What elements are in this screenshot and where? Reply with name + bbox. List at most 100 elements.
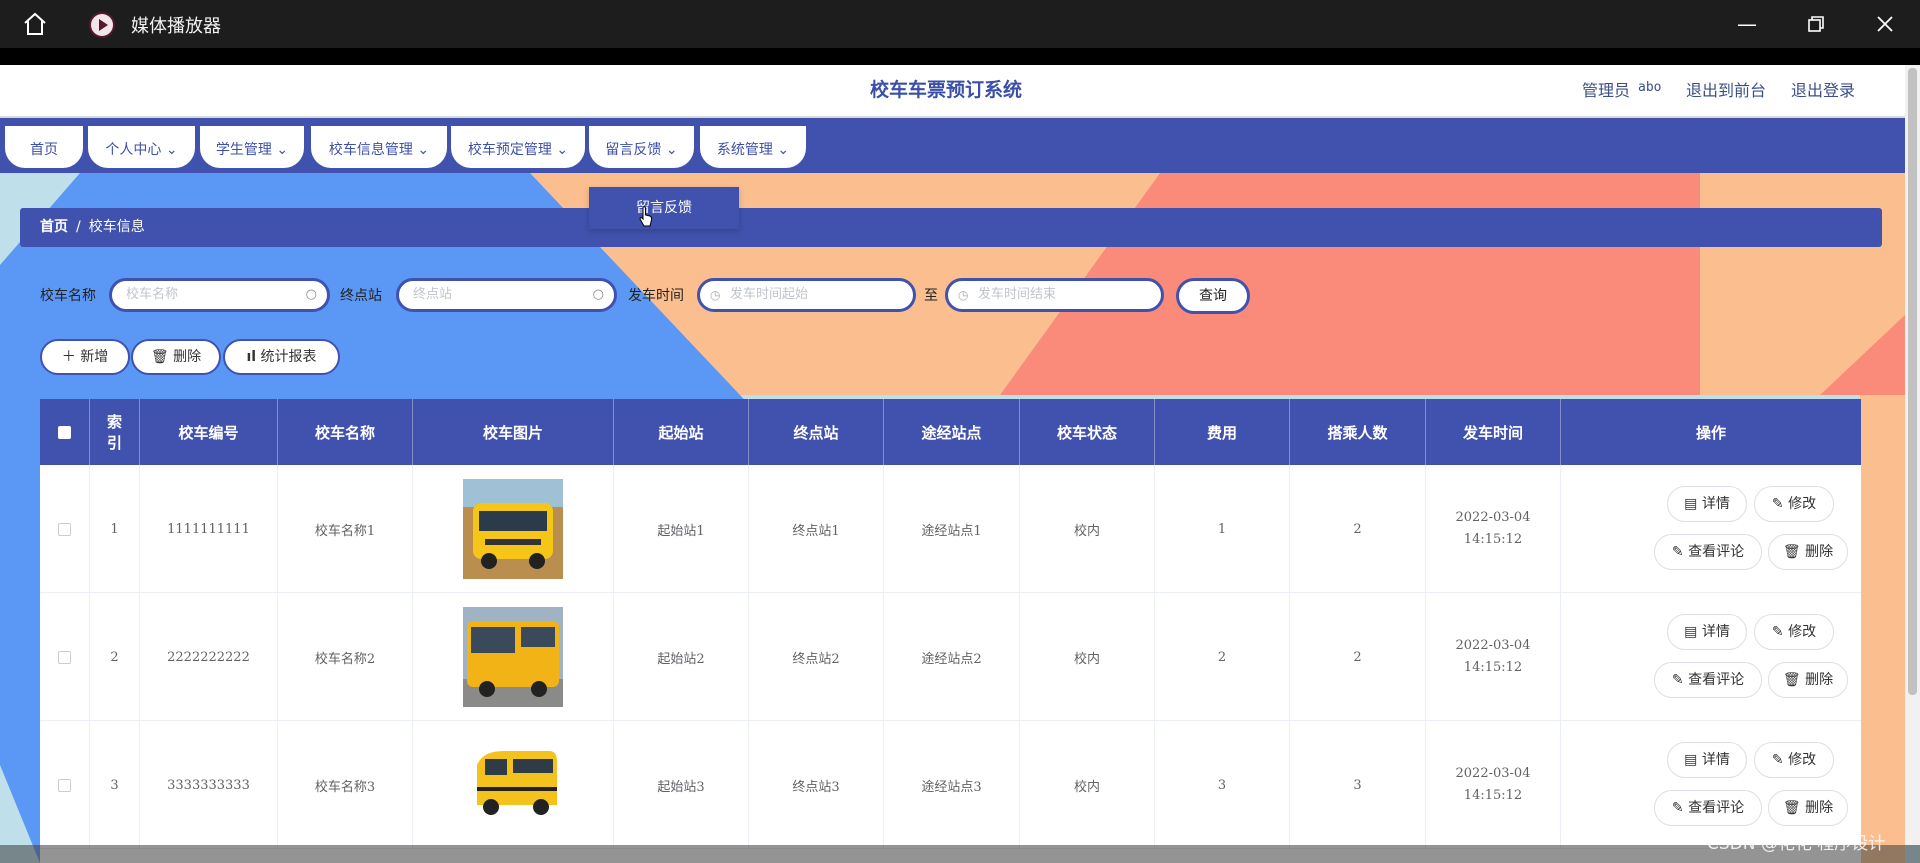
comments-label: 查看评论 <box>1688 544 1745 560</box>
comments-label: 查看评论 <box>1688 672 1745 688</box>
departure-time-label: 发车时间 <box>628 288 684 304</box>
add-button[interactable]: ＋ 新增 <box>40 339 130 375</box>
detail-button[interactable]: ▤ 详情 <box>1667 742 1747 778</box>
nav-item-bookings[interactable]: 校车预定管理 ⌄ <box>451 126 585 168</box>
col-index: 索引 <box>90 399 140 465</box>
bus-name-input[interactable]: 校车名称 ○ <box>109 278 330 312</box>
row-select-cell <box>40 721 90 849</box>
breadcrumb-current: 校车信息 <box>88 219 145 235</box>
end-station-label: 终点站 <box>340 288 382 304</box>
pencil-icon: ✎ <box>1771 752 1784 768</box>
edit-label: 修改 <box>1788 752 1817 768</box>
bus-photo[interactable] <box>463 479 563 579</box>
letterbox-strip <box>0 48 1920 65</box>
chevron-down-icon: ⌄ <box>165 142 178 158</box>
cell-end: 终点站1 <box>749 465 884 593</box>
media-player-logo-icon <box>89 12 115 38</box>
restore-icon[interactable] <box>1804 12 1828 36</box>
departure-time-end-input[interactable]: ◷ 发车时间结束 <box>945 278 1164 312</box>
user-role: 管理员 <box>1582 81 1631 100</box>
delete-button[interactable]: 🗑 删除 <box>1768 790 1848 826</box>
nav-item-home[interactable]: 首页 <box>5 126 83 168</box>
cell-status: 校内 <box>1020 465 1155 593</box>
dropdown-item-feedback[interactable]: 留言反馈 <box>589 187 739 229</box>
cell-ops: ▤ 详情 ✎ 修改 ✎ 查看评论 🗑 删除 <box>1561 465 1861 593</box>
cell-start: 起始站1 <box>614 465 749 593</box>
document-icon: ▤ <box>1684 496 1698 512</box>
col-name: 校车名称 <box>278 399 413 465</box>
breadcrumb-separator: / <box>76 219 81 235</box>
nav-item-personal[interactable]: 个人中心 ⌄ <box>88 126 195 168</box>
cell-passengers: 2 <box>1290 593 1426 721</box>
cell-fee: 3 <box>1155 721 1290 849</box>
cell-image <box>413 721 614 849</box>
delete-label: 删除 <box>1805 672 1834 688</box>
cell-name: 校车名称3 <box>278 721 413 849</box>
bus-photo[interactable] <box>463 607 563 707</box>
row-checkbox[interactable] <box>58 522 71 536</box>
chevron-down-icon: ⌄ <box>556 142 569 158</box>
cell-start: 起始站2 <box>614 593 749 721</box>
page-scrollbar[interactable] <box>1905 65 1920 845</box>
cell-time: 2022-03-04 14:15:12 <box>1426 465 1561 593</box>
bar-chart-icon: ıl <box>246 349 257 365</box>
row-checkbox[interactable] <box>58 650 71 664</box>
cell-end: 终点站2 <box>749 593 884 721</box>
nav-label: 个人中心 <box>105 142 162 158</box>
cell-passengers: 3 <box>1290 721 1426 849</box>
row-select-cell <box>40 465 90 593</box>
logout-link[interactable]: 退出登录 <box>1791 77 1855 101</box>
cell-image <box>413 465 614 593</box>
bus-table: 索引 校车编号 校车名称 校车图片 起始站 终点站 途经站点 校车状态 费用 搭… <box>40 399 1861 863</box>
edit-button[interactable]: ✎ 修改 <box>1754 614 1834 650</box>
home-icon[interactable] <box>22 12 48 36</box>
delete-label: 删除 <box>173 349 202 365</box>
trash-icon: 🗑 <box>1782 672 1801 688</box>
close-icon[interactable] <box>1873 12 1897 36</box>
player-title: 媒体播放器 <box>131 16 221 37</box>
report-button[interactable]: ıl 统计报表 <box>223 339 340 375</box>
scrollbar-thumb[interactable] <box>1908 68 1917 695</box>
nav-label: 校车信息管理 <box>328 142 413 158</box>
table-row: 1 1111111111 校车名称1 起始站1 终点站1 途经站点1 校内 1 … <box>40 465 1861 593</box>
view-comments-button[interactable]: ✎ 查看评论 <box>1654 790 1762 826</box>
select-all-cell <box>40 399 90 465</box>
nav-item-feedback[interactable]: 留言反馈 ⌄ <box>589 126 694 168</box>
row-select-cell <box>40 593 90 721</box>
view-comments-button[interactable]: ✎ 查看评论 <box>1654 662 1762 698</box>
departure-time-start-input[interactable]: ◷ 发车时间起始 <box>697 278 916 312</box>
col-passengers: 搭乘人数 <box>1290 399 1426 465</box>
cell-index: 1 <box>90 465 140 593</box>
cell-via: 途经站点1 <box>884 465 1020 593</box>
detail-button[interactable]: ▤ 详情 <box>1667 614 1747 650</box>
time-range-to: 至 <box>924 288 938 304</box>
select-all-checkbox[interactable] <box>58 425 71 439</box>
end-station-placeholder: 终点站 <box>413 287 453 302</box>
delete-button[interactable]: 🗑 删除 <box>1768 662 1848 698</box>
trash-icon: 🗑 <box>150 349 169 365</box>
cell-end: 终点站3 <box>749 721 884 849</box>
col-start: 起始站 <box>614 399 749 465</box>
end-station-input[interactable]: 终点站 ○ <box>396 278 617 312</box>
edit-button[interactable]: ✎ 修改 <box>1754 486 1834 522</box>
minimize-icon[interactable]: — <box>1735 12 1759 36</box>
back-to-front-link[interactable]: 退出到前台 <box>1686 77 1766 101</box>
nav-item-bus-info[interactable]: 校车信息管理 ⌄ <box>311 126 447 168</box>
nav-item-system[interactable]: 系统管理 ⌄ <box>700 126 806 168</box>
row-checkbox[interactable] <box>58 778 71 792</box>
cell-passengers: 2 <box>1290 465 1426 593</box>
detail-button[interactable]: ▤ 详情 <box>1667 486 1747 522</box>
nav-label: 校车预定管理 <box>467 142 552 158</box>
breadcrumb-home[interactable]: 首页 <box>40 219 68 235</box>
query-button[interactable]: 查询 <box>1176 278 1250 314</box>
bus-photo[interactable] <box>463 735 563 835</box>
search-icon: ○ <box>592 287 604 302</box>
nav-item-students[interactable]: 学生管理 ⌄ <box>200 126 304 168</box>
edit-button[interactable]: ✎ 修改 <box>1754 742 1834 778</box>
bulk-delete-button[interactable]: 🗑 删除 <box>131 339 221 375</box>
cell-name: 校车名称1 <box>278 465 413 593</box>
view-comments-button[interactable]: ✎ 查看评论 <box>1654 534 1762 570</box>
cell-code: 2222222222 <box>140 593 278 721</box>
cell-index: 2 <box>90 593 140 721</box>
delete-button[interactable]: 🗑 删除 <box>1768 534 1848 570</box>
